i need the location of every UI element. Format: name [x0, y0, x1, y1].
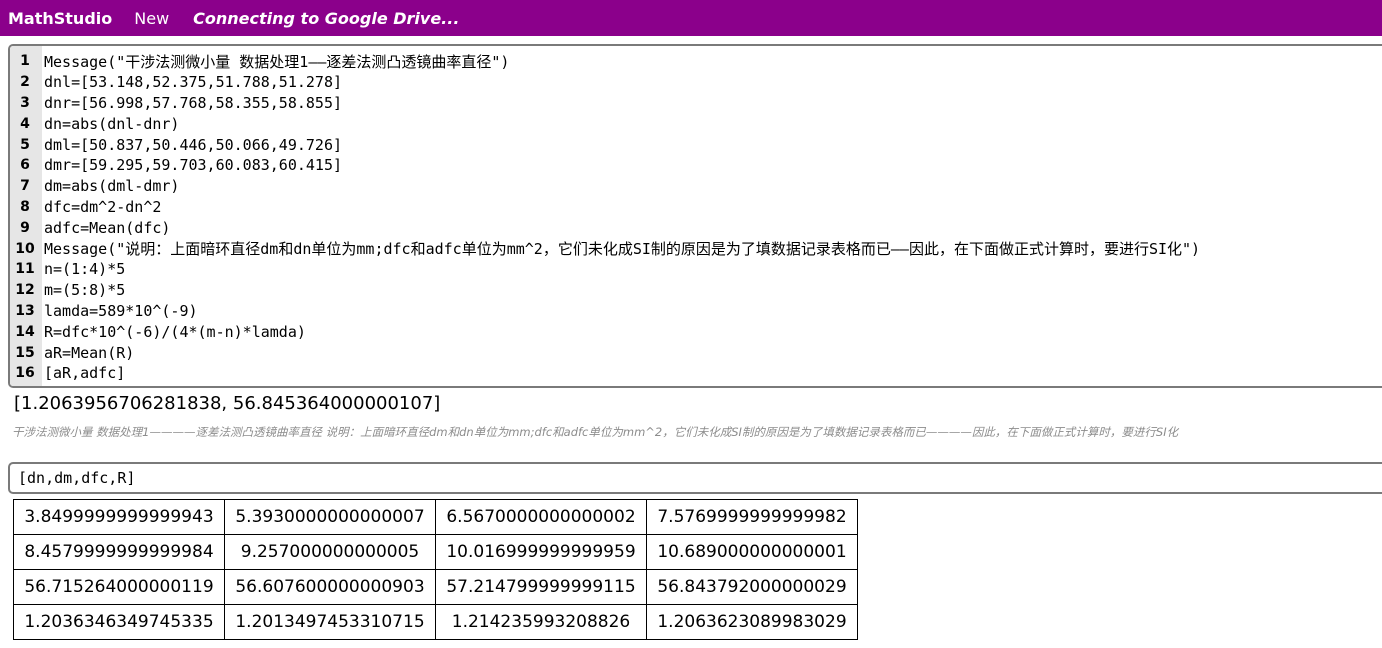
- code-lines: 1 Message("干涉法测微小量 数据处理1——逐差法测凸透镜曲率直径") 2 d…: [10, 51, 1382, 384]
- table-cell: 5.3930000000000007: [224, 499, 436, 535]
- connection-status: Connecting to Google Drive...: [193, 8, 460, 28]
- code-line-row: 12 m=(5:8)*5: [10, 280, 1382, 301]
- code-text[interactable]: dfc=dm^2-dn^2: [44, 198, 161, 216]
- code-line-row: 10 Message("说明：上面暗环直径dm和dn单位为mm;dfc和adfc单…: [10, 238, 1382, 259]
- code-text[interactable]: Message("干涉法测微小量 数据处理1——逐差法测凸透镜曲率直径"): [44, 51, 509, 72]
- table-cell: 56.715264000000119: [13, 569, 225, 605]
- code-line-row: 3 dnr=[56.998,57.768,58.355,58.855]: [10, 93, 1382, 114]
- line-number: 6: [20, 157, 30, 174]
- line-number: 15: [15, 344, 35, 361]
- line-number: 3: [20, 94, 30, 111]
- code-line-row: 6 dmr=[59.295,59.703,60.083,60.415]: [10, 155, 1382, 176]
- table-cell: 10.016999999999959: [435, 534, 647, 570]
- code-line-row: 9 adfc=Mean(dfc): [10, 217, 1382, 238]
- code-line: [dn,dm,dfc,R]: [18, 469, 136, 487]
- code-text[interactable]: aR=Mean(R): [44, 344, 134, 362]
- line-number: 9: [20, 219, 30, 236]
- line-number: 10: [15, 240, 35, 257]
- line-number: 14: [15, 323, 35, 340]
- code-text[interactable]: dn=abs(dnl-dnr): [44, 115, 179, 133]
- code-text[interactable]: n=(1:4)*5: [44, 260, 125, 278]
- code-text[interactable]: dm=abs(dml-dmr): [44, 177, 179, 195]
- code-line-row: 11 n=(1:4)*5: [10, 259, 1382, 280]
- code-line-row: 5 dml=[50.837,50.446,50.066,49.726]: [10, 134, 1382, 155]
- code-text[interactable]: dmr=[59.295,59.703,60.083,60.415]: [44, 156, 342, 174]
- table-cell: 1.2013497453310715: [224, 604, 436, 640]
- code-text[interactable]: R=dfc*10^(-6)/(4*(m-n)*lamda): [44, 323, 306, 341]
- code-text[interactable]: dnl=[53.148,52.375,51.788,51.278]: [44, 73, 342, 91]
- code-text[interactable]: m=(5:8)*5: [44, 281, 125, 299]
- table-cell: 10.689000000000001: [646, 534, 858, 570]
- table-cell: 8.4579999999999984: [13, 534, 225, 570]
- line-number: 5: [20, 136, 30, 153]
- table-cell: 6.5670000000000002: [435, 499, 647, 535]
- line-number: 2: [20, 74, 30, 91]
- code-text[interactable]: dml=[50.837,50.446,50.066,49.726]: [44, 136, 342, 154]
- new-button[interactable]: New: [134, 9, 169, 28]
- table-cell: 1.2063623089983029: [646, 604, 858, 640]
- code-line-row: 1 Message("干涉法测微小量 数据处理1——逐差法测凸透镜曲率直径"): [10, 51, 1382, 72]
- code-editor-2[interactable]: [dn,dm,dfc,R]: [8, 462, 1382, 494]
- table-cell: 9.257000000000005: [224, 534, 436, 570]
- app-brand[interactable]: MathStudio: [8, 9, 112, 28]
- line-number: 8: [20, 198, 30, 215]
- code-text[interactable]: adfc=Mean(dfc): [44, 219, 170, 237]
- table-row: 3.8499999999999943 5.3930000000000007 6.56…: [13, 499, 858, 535]
- code-line-row: 16 [aR,adfc]: [10, 363, 1382, 384]
- message-output: 干涉法测微小量 数据处理1————逐差法测凸透镜曲率直径 说明：上面暗环直径dm…: [12, 425, 1179, 439]
- table-cell: 56.843792000000029: [646, 569, 858, 605]
- line-number: 12: [15, 282, 35, 299]
- code-text[interactable]: Message("说明：上面暗环直径dm和dn单位为mm;dfc和adfc单位为…: [44, 238, 1200, 259]
- evaluation-result: [1.2063956706281838, 56.845364000000107]: [14, 393, 441, 414]
- table-cell: 1.214235993208826: [435, 604, 647, 640]
- table-cell: 57.214799999999115: [435, 569, 647, 605]
- results-table: 3.8499999999999943 5.3930000000000007 6.56…: [13, 499, 858, 640]
- table-cell: 1.2036346349745335: [13, 604, 225, 640]
- table-cell: 7.5769999999999982: [646, 499, 858, 535]
- line-number: 13: [15, 302, 35, 319]
- code-text[interactable]: dnr=[56.998,57.768,58.355,58.855]: [44, 94, 342, 112]
- table-row: 56.715264000000119 56.607600000000903 57.2…: [13, 569, 858, 605]
- line-number: 16: [15, 365, 35, 382]
- code-line-row: 13 lamda=589*10^(-9): [10, 301, 1382, 322]
- code-line-row: 14 R=dfc*10^(-6)/(4*(m-n)*lamda): [10, 321, 1382, 342]
- code-line-row: 15 aR=Mean(R): [10, 342, 1382, 363]
- code-line-row: 8 dfc=dm^2-dn^2: [10, 197, 1382, 218]
- code-line-row: 2 dnl=[53.148,52.375,51.788,51.278]: [10, 72, 1382, 93]
- table-row: 1.2036346349745335 1.2013497453310715 1.21…: [13, 604, 858, 640]
- line-number: 1: [20, 53, 30, 70]
- table-row: 8.4579999999999984 9.257000000000005 10.01…: [13, 534, 858, 570]
- table-cell: 56.607600000000903: [224, 569, 436, 605]
- table-cell: 3.8499999999999943: [13, 499, 225, 535]
- line-number: 7: [20, 178, 30, 195]
- code-text[interactable]: [aR,adfc]: [44, 364, 125, 382]
- code-line-row: 7 dm=abs(dml-dmr): [10, 176, 1382, 197]
- top-bar: MathStudio New Connecting to Google Driv…: [0, 0, 1382, 36]
- code-line-row: 4 dn=abs(dnl-dnr): [10, 113, 1382, 134]
- code-editor[interactable]: 1 Message("干涉法测微小量 数据处理1——逐差法测凸透镜曲率直径") 2 d…: [8, 44, 1382, 388]
- code-text[interactable]: lamda=589*10^(-9): [44, 302, 198, 320]
- line-number: 11: [15, 261, 35, 278]
- line-number: 4: [20, 115, 30, 132]
